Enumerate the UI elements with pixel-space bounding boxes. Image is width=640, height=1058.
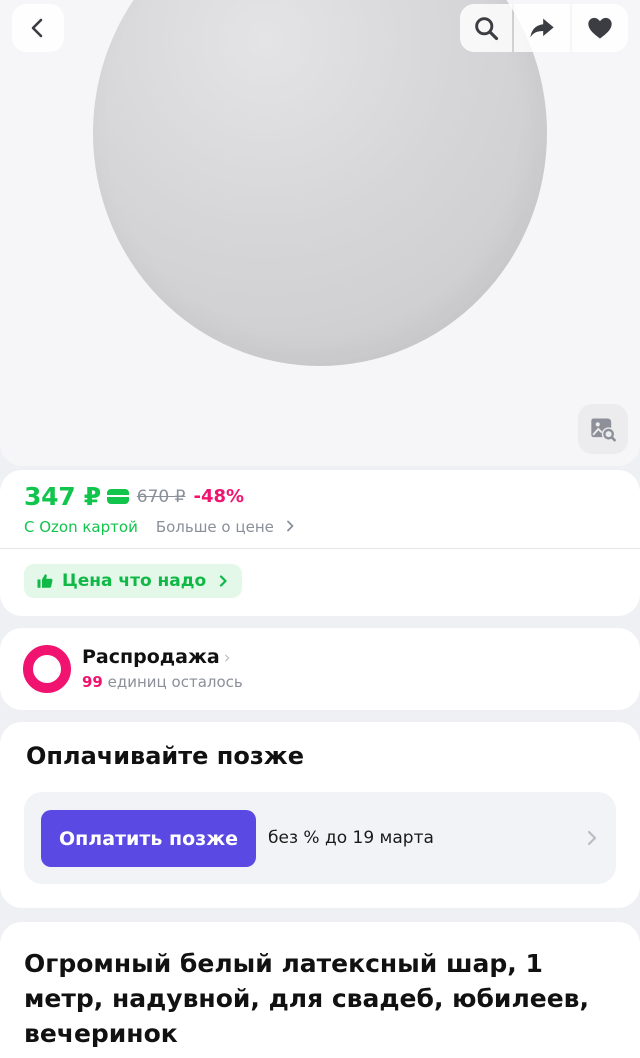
pay-later-terms: без % до 19 марта [268, 828, 434, 848]
back-button[interactable] [12, 4, 64, 52]
more-about-price-link[interactable]: Больше о цене [156, 518, 295, 536]
sale-section[interactable]: Распродажа › 99 единиц осталось [0, 628, 640, 710]
discount-badge: -48% [193, 486, 245, 507]
pay-later-box[interactable]: Оплатить позже без % до 19 марта [24, 792, 616, 884]
search-icon [475, 17, 499, 41]
ozon-card-icon [106, 489, 129, 504]
pay-later-title: Оплачивайте позже [26, 742, 304, 770]
sale-count: 99 [82, 673, 103, 691]
heart-icon [588, 17, 612, 39]
chevron-right-icon [220, 575, 227, 587]
price-row: 347 ₽ 670 ₽ -48% [24, 482, 244, 511]
image-search-button[interactable] [578, 404, 628, 454]
price-subline: С Ozon картой Больше о цене [24, 518, 295, 536]
sale-ring-icon [23, 645, 71, 693]
share-button[interactable] [514, 4, 570, 52]
sale-remaining-label: единиц осталось [107, 673, 243, 691]
favorite-button[interactable] [572, 4, 628, 52]
chevron-right-icon [286, 520, 294, 532]
chevron-right-icon: › [223, 648, 231, 668]
more-about-price-label: Больше о цене [155, 518, 274, 536]
old-price: 670 ₽ [136, 486, 186, 507]
sale-title: Распродажа › [82, 646, 231, 668]
price-section: 347 ₽ 670 ₽ -48% С Ozon картой Больше о … [0, 470, 640, 616]
product-image[interactable] [93, 0, 547, 366]
thumbs-up-icon [37, 574, 53, 588]
share-arrow-icon [530, 18, 554, 38]
good-price-label: Цена что надо [62, 571, 207, 591]
pay-later-section: Оплачивайте позже Оплатить позже без % д… [0, 722, 640, 908]
ozon-card-label: С Ozon картой [24, 518, 138, 536]
chevron-left-icon [31, 18, 43, 38]
product-title: Огромный белый латексный шар, 1 метр, на… [24, 949, 589, 1048]
chevron-right-icon [587, 830, 597, 846]
good-price-badge[interactable]: Цена что надо [24, 564, 243, 598]
product-description: Огромный белый латексный шар, 1 метр, на… [0, 922, 640, 1058]
sale-remaining: 99 единиц осталось [82, 673, 243, 691]
image-search-icon [591, 418, 616, 442]
product-gallery[interactable] [0, 0, 640, 466]
pay-later-button[interactable]: Оплатить позже [41, 810, 256, 867]
sale-title-text: Распродажа [82, 646, 220, 668]
divider [0, 548, 640, 549]
current-price: 347 ₽ [24, 482, 101, 511]
search-button[interactable] [460, 4, 512, 52]
